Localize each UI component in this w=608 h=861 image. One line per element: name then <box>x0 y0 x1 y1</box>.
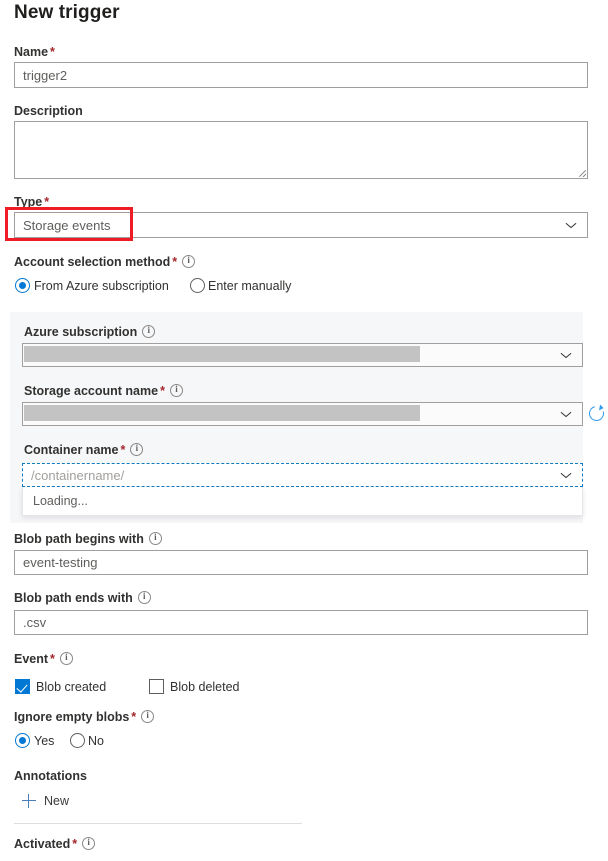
type-dropdown[interactable]: Storage events <box>14 212 588 238</box>
event-label: Event* <box>14 652 73 666</box>
container-name-label: Container name* <box>24 443 143 457</box>
radio-enter-manually-label[interactable]: Enter manually <box>208 279 291 293</box>
blob-path-begins-with-label-text: Blob path begins with <box>14 532 144 546</box>
blob-path-begins-with-label: Blob path begins with <box>14 532 162 546</box>
ignore-empty-blobs-required-mark: * <box>131 710 136 724</box>
info-icon[interactable] <box>60 652 73 665</box>
blob-path-begins-with-value: event-testing <box>23 555 97 570</box>
annotations-label-text: Annotations <box>14 769 87 783</box>
account-selection-method-required-mark: * <box>172 255 177 269</box>
account-selection-method-label-text: Account selection method <box>14 255 170 269</box>
info-icon[interactable] <box>82 837 95 850</box>
description-label-text: Description <box>14 104 83 118</box>
storage-account-name-label-text: Storage account name <box>24 384 158 398</box>
dropdown-item-loading: Loading... <box>23 487 582 515</box>
container-name-combobox[interactable]: /containername/ <box>22 463 583 487</box>
resize-handle-icon[interactable] <box>575 166 586 177</box>
blob-path-ends-with-input[interactable]: .csv <box>14 610 588 635</box>
page-title: New trigger <box>14 2 120 24</box>
container-name-dropdown-list: Loading... <box>22 487 583 516</box>
chevron-down-icon <box>561 352 573 364</box>
new-trigger-panel: New trigger Name* trigger2 Description T… <box>0 0 608 861</box>
radio-enter-manually[interactable] <box>190 278 205 293</box>
name-input[interactable]: trigger2 <box>14 62 588 88</box>
type-label: Type* <box>14 195 49 209</box>
azure-subscription-redacted-value <box>24 346 420 362</box>
radio-from-azure-subscription-label[interactable]: From Azure subscription <box>34 279 169 293</box>
description-label: Description <box>14 104 83 118</box>
type-label-text: Type <box>14 195 42 209</box>
blob-path-ends-with-value: .csv <box>23 615 46 630</box>
info-icon[interactable] <box>142 325 155 338</box>
name-input-value: trigger2 <box>23 68 67 83</box>
radio-ignore-empty-blobs-no-label[interactable]: No <box>88 734 104 748</box>
checkbox-blob-deleted[interactable] <box>149 679 164 694</box>
chevron-down-icon <box>561 472 573 484</box>
storage-account-name-required-mark: * <box>160 384 165 398</box>
account-selection-method-label: Account selection method* <box>14 255 195 269</box>
blob-path-ends-with-label: Blob path ends with <box>14 591 151 605</box>
info-icon[interactable] <box>141 710 154 723</box>
refresh-spinner-icon[interactable] <box>586 403 606 423</box>
type-required-mark: * <box>44 195 49 209</box>
container-name-label-text: Container name <box>24 443 118 457</box>
checkbox-blob-created-label[interactable]: Blob created <box>36 680 106 694</box>
description-textarea[interactable] <box>14 121 588 179</box>
info-icon[interactable] <box>170 384 183 397</box>
name-required-mark: * <box>50 45 55 59</box>
storage-account-name-redacted-value <box>24 405 420 421</box>
radio-ignore-empty-blobs-no[interactable] <box>70 733 85 748</box>
activated-required-mark: * <box>72 837 77 851</box>
name-label-text: Name <box>14 45 48 59</box>
radio-ignore-empty-blobs-yes-label[interactable]: Yes <box>34 734 54 748</box>
ignore-empty-blobs-label: Ignore empty blobs* <box>14 710 154 724</box>
event-required-mark: * <box>50 652 55 666</box>
name-label: Name* <box>14 45 55 59</box>
annotations-new-button[interactable]: New <box>44 794 69 808</box>
container-name-required-mark: * <box>120 443 125 457</box>
ignore-empty-blobs-label-text: Ignore empty blobs <box>14 710 129 724</box>
annotations-label: Annotations <box>14 769 87 783</box>
radio-from-azure-subscription[interactable] <box>15 278 30 293</box>
radio-ignore-empty-blobs-yes[interactable] <box>15 733 30 748</box>
blob-path-ends-with-label-text: Blob path ends with <box>14 591 133 605</box>
section-divider <box>14 823 302 824</box>
info-icon[interactable] <box>130 443 143 456</box>
type-dropdown-value: Storage events <box>23 218 110 233</box>
activated-label-text: Activated <box>14 837 70 851</box>
chevron-down-icon <box>566 222 578 234</box>
info-icon[interactable] <box>149 532 162 545</box>
container-name-placeholder: /containername/ <box>31 468 124 483</box>
info-icon[interactable] <box>138 591 151 604</box>
activated-label: Activated* <box>14 837 95 851</box>
storage-account-name-label: Storage account name* <box>24 384 183 398</box>
event-label-text: Event <box>14 652 48 666</box>
blob-path-begins-with-input[interactable]: event-testing <box>14 550 588 575</box>
azure-subscription-label-text: Azure subscription <box>24 325 137 339</box>
info-icon[interactable] <box>182 255 195 268</box>
azure-subscription-label: Azure subscription <box>24 325 155 339</box>
checkbox-blob-created[interactable] <box>15 679 30 694</box>
checkbox-blob-deleted-label[interactable]: Blob deleted <box>170 680 240 694</box>
plus-icon[interactable] <box>22 794 36 808</box>
chevron-down-icon <box>561 411 573 423</box>
